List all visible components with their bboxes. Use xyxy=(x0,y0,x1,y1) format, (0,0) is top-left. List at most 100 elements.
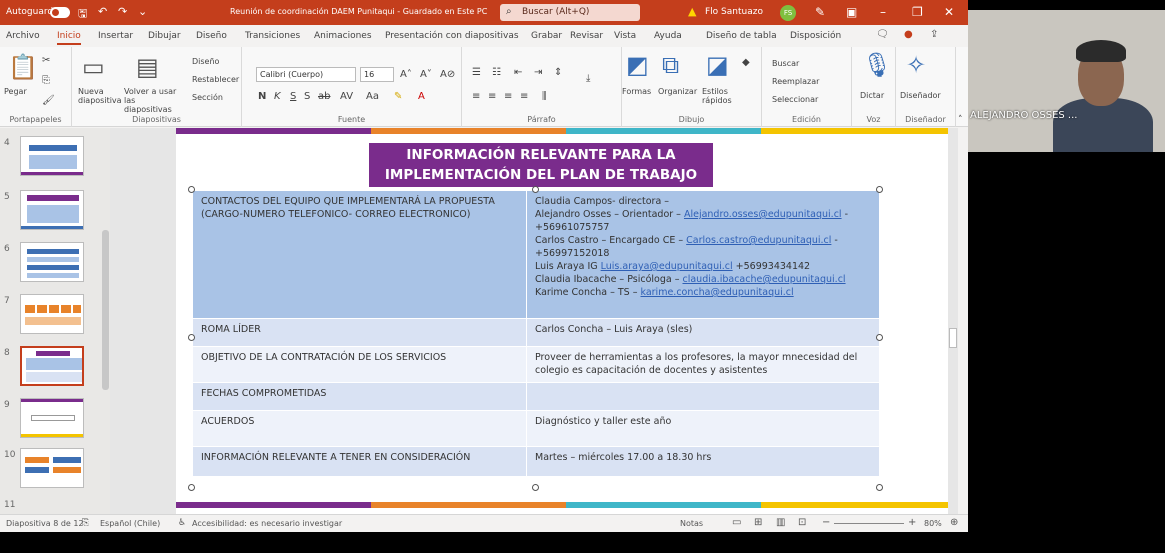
shadow-icon[interactable]: S xyxy=(304,91,310,102)
presenter-icon[interactable]: ⊡ xyxy=(798,517,806,528)
save-icon[interactable]: 🖫 xyxy=(78,5,87,24)
close-icon[interactable]: ✕ xyxy=(944,5,954,19)
designer-icon[interactable]: ✧ xyxy=(906,51,926,79)
menu-presentacion[interactable]: Presentación con diapositivas xyxy=(385,31,519,41)
table-cell-value[interactable]: Carlos Concha – Luis Araya (sles) xyxy=(526,318,880,347)
pen-icon[interactable]: ✎ xyxy=(815,5,825,19)
menu-grabar[interactable]: Grabar xyxy=(531,31,562,41)
clear-format-icon[interactable]: A⊘ xyxy=(440,69,455,80)
zoom-slider[interactable] xyxy=(834,523,904,524)
new-slide-icon[interactable]: ▭ xyxy=(82,53,105,81)
grow-font-icon[interactable]: A˄ xyxy=(400,69,412,80)
menu-diseno-tabla[interactable]: Diseño de tabla xyxy=(706,31,777,41)
resize-handle[interactable] xyxy=(876,484,883,491)
format-painter-icon[interactable]: 🖌 xyxy=(42,95,55,106)
menu-insertar[interactable]: Insertar xyxy=(98,31,133,41)
menu-revisar[interactable]: Revisar xyxy=(570,31,603,41)
resize-handle[interactable] xyxy=(876,334,883,341)
email-link[interactable]: karime.concha@edupunitaqui.cl xyxy=(641,287,794,298)
undo-icon[interactable]: ↶ xyxy=(98,5,107,18)
accessibility-status[interactable]: Accesibilidad: es necesario investigar xyxy=(192,519,342,528)
menu-vista[interactable]: Vista xyxy=(614,31,636,41)
resize-handle[interactable] xyxy=(532,484,539,491)
copy-icon[interactable]: ⎘ xyxy=(42,75,50,86)
bold-icon[interactable]: N xyxy=(258,91,266,102)
shapes-button[interactable]: Formas xyxy=(622,87,651,96)
numbering-icon[interactable]: ☷ xyxy=(492,67,501,78)
align-left-icon[interactable]: ≡ xyxy=(472,91,480,102)
zoom-level[interactable]: 80% xyxy=(924,519,942,528)
cut-icon[interactable]: ✂ xyxy=(42,55,50,66)
new-slide-button[interactable]: Nueva diapositiva xyxy=(78,87,122,105)
shapes-icon[interactable]: ◩ xyxy=(626,51,649,79)
table-row[interactable]: ROMA LÍDER Carlos Concha – Luis Araya (s… xyxy=(192,318,880,347)
reset-button[interactable]: Restablecer xyxy=(192,75,239,84)
resize-handle[interactable] xyxy=(876,186,883,193)
notes-button[interactable]: Notas xyxy=(680,519,703,528)
record-icon[interactable]: ● xyxy=(904,29,913,40)
table-cell-value[interactable]: Diagnóstico y taller este año xyxy=(526,410,880,447)
layout-button[interactable]: Diseño xyxy=(192,57,219,66)
bullets-icon[interactable]: ☰ xyxy=(472,67,481,78)
menu-inicio[interactable]: Inicio xyxy=(57,31,81,45)
line-spacing-icon[interactable]: ⇕ xyxy=(554,67,562,78)
table-row[interactable]: CONTACTOS DEL EQUIPO QUE IMPLEMENTARÁ LA… xyxy=(192,190,880,319)
slide-thumbnail[interactable] xyxy=(20,242,84,282)
zoom-in-icon[interactable]: + xyxy=(908,517,916,528)
minimize-icon[interactable]: – xyxy=(880,5,886,19)
maximize-icon[interactable]: ❐ xyxy=(912,5,923,19)
comments-icon[interactable]: 🗨 xyxy=(876,29,889,40)
paste-icon[interactable]: 📋 xyxy=(8,53,38,81)
accessibility-icon[interactable]: ♿ xyxy=(178,518,186,528)
share-icon[interactable]: ⇪ xyxy=(930,29,938,40)
menu-ayuda[interactable]: Ayuda xyxy=(654,31,682,41)
resize-handle[interactable] xyxy=(188,186,195,193)
increase-indent-icon[interactable]: ⇥ xyxy=(534,67,542,78)
slide-thumbnail[interactable] xyxy=(20,294,84,334)
slide-thumbnail-selected[interactable] xyxy=(20,346,84,386)
table-row[interactable]: INFORMACIÓN RELEVANTE A TENER EN CONSIDE… xyxy=(192,446,880,477)
arrange-button[interactable]: Organizar xyxy=(658,87,697,96)
collapse-ribbon-icon[interactable]: ˄ xyxy=(958,115,963,125)
slide-thumbnail[interactable] xyxy=(20,448,84,488)
scrollbar-handle[interactable] xyxy=(102,230,109,390)
table-cell-label[interactable]: FECHAS COMPROMETIDAS xyxy=(192,382,527,411)
highlight-icon[interactable]: ✎ xyxy=(394,91,402,102)
zoom-out-icon[interactable]: − xyxy=(822,517,830,528)
underline-icon[interactable]: S xyxy=(290,91,296,102)
table-cell-value[interactable]: Martes – miércoles 17.00 a 18.30 hrs xyxy=(526,446,880,477)
menu-dibujar[interactable]: Dibujar xyxy=(148,31,181,41)
slide-thumbnail[interactable] xyxy=(20,136,84,176)
spacing-icon[interactable]: AV xyxy=(340,91,353,102)
table-cell-label[interactable]: ACUERDOS xyxy=(192,410,527,447)
email-link[interactable]: claudia.ibacache@edupunitaqui.cl xyxy=(682,274,845,285)
find-button[interactable]: Buscar xyxy=(772,59,799,68)
microphone-icon[interactable]: 🎙 xyxy=(862,51,892,79)
menu-transiciones[interactable]: Transiciones xyxy=(245,31,300,41)
table-cell-value[interactable] xyxy=(526,382,880,411)
avatar[interactable]: FS xyxy=(780,5,796,21)
menu-archivo[interactable]: Archivo xyxy=(6,31,40,41)
shrink-font-icon[interactable]: A˅ xyxy=(420,69,432,80)
arrange-icon[interactable]: ⧉ xyxy=(662,51,679,79)
table-row[interactable]: OBJETIVO DE LA CONTRATACIÓN DE LOS SERVI… xyxy=(192,346,880,383)
reading-view-icon[interactable]: ▥ xyxy=(776,517,785,528)
decrease-indent-icon[interactable]: ⇤ xyxy=(514,67,522,78)
search-box[interactable]: ⌕ Buscar (Alt+Q) xyxy=(500,4,640,21)
reuse-slides-icon[interactable]: ▤ xyxy=(136,53,159,81)
text-direction-icon[interactable]: ⤓ xyxy=(586,73,590,84)
select-button[interactable]: Seleccionar xyxy=(772,95,818,104)
strikethrough-icon[interactable]: ab xyxy=(318,91,330,102)
email-link[interactable]: Carlos.castro@edupunitaqui.cl xyxy=(686,235,831,246)
slide-title[interactable]: INFORMACIÓN RELEVANTE PARA LA IMPLEMENTA… xyxy=(369,143,713,187)
table-cell-value[interactable]: Proveer de herramientas a los profesores… xyxy=(526,346,880,383)
menu-diseno[interactable]: Diseño xyxy=(196,31,227,41)
dictate-button[interactable]: Dictar xyxy=(860,91,884,100)
font-color-icon[interactable]: A xyxy=(418,91,425,102)
current-slide[interactable]: INFORMACIÓN RELEVANTE PARA LA IMPLEMENTA… xyxy=(176,128,956,514)
justify-icon[interactable]: ≡ xyxy=(520,91,528,102)
align-center-icon[interactable]: ≡ xyxy=(488,91,496,102)
autosave-toggle[interactable] xyxy=(50,7,70,18)
replace-button[interactable]: Reemplazar xyxy=(772,77,819,86)
video-tile[interactable]: ALEJANDRO OSSES ... xyxy=(968,10,1165,152)
